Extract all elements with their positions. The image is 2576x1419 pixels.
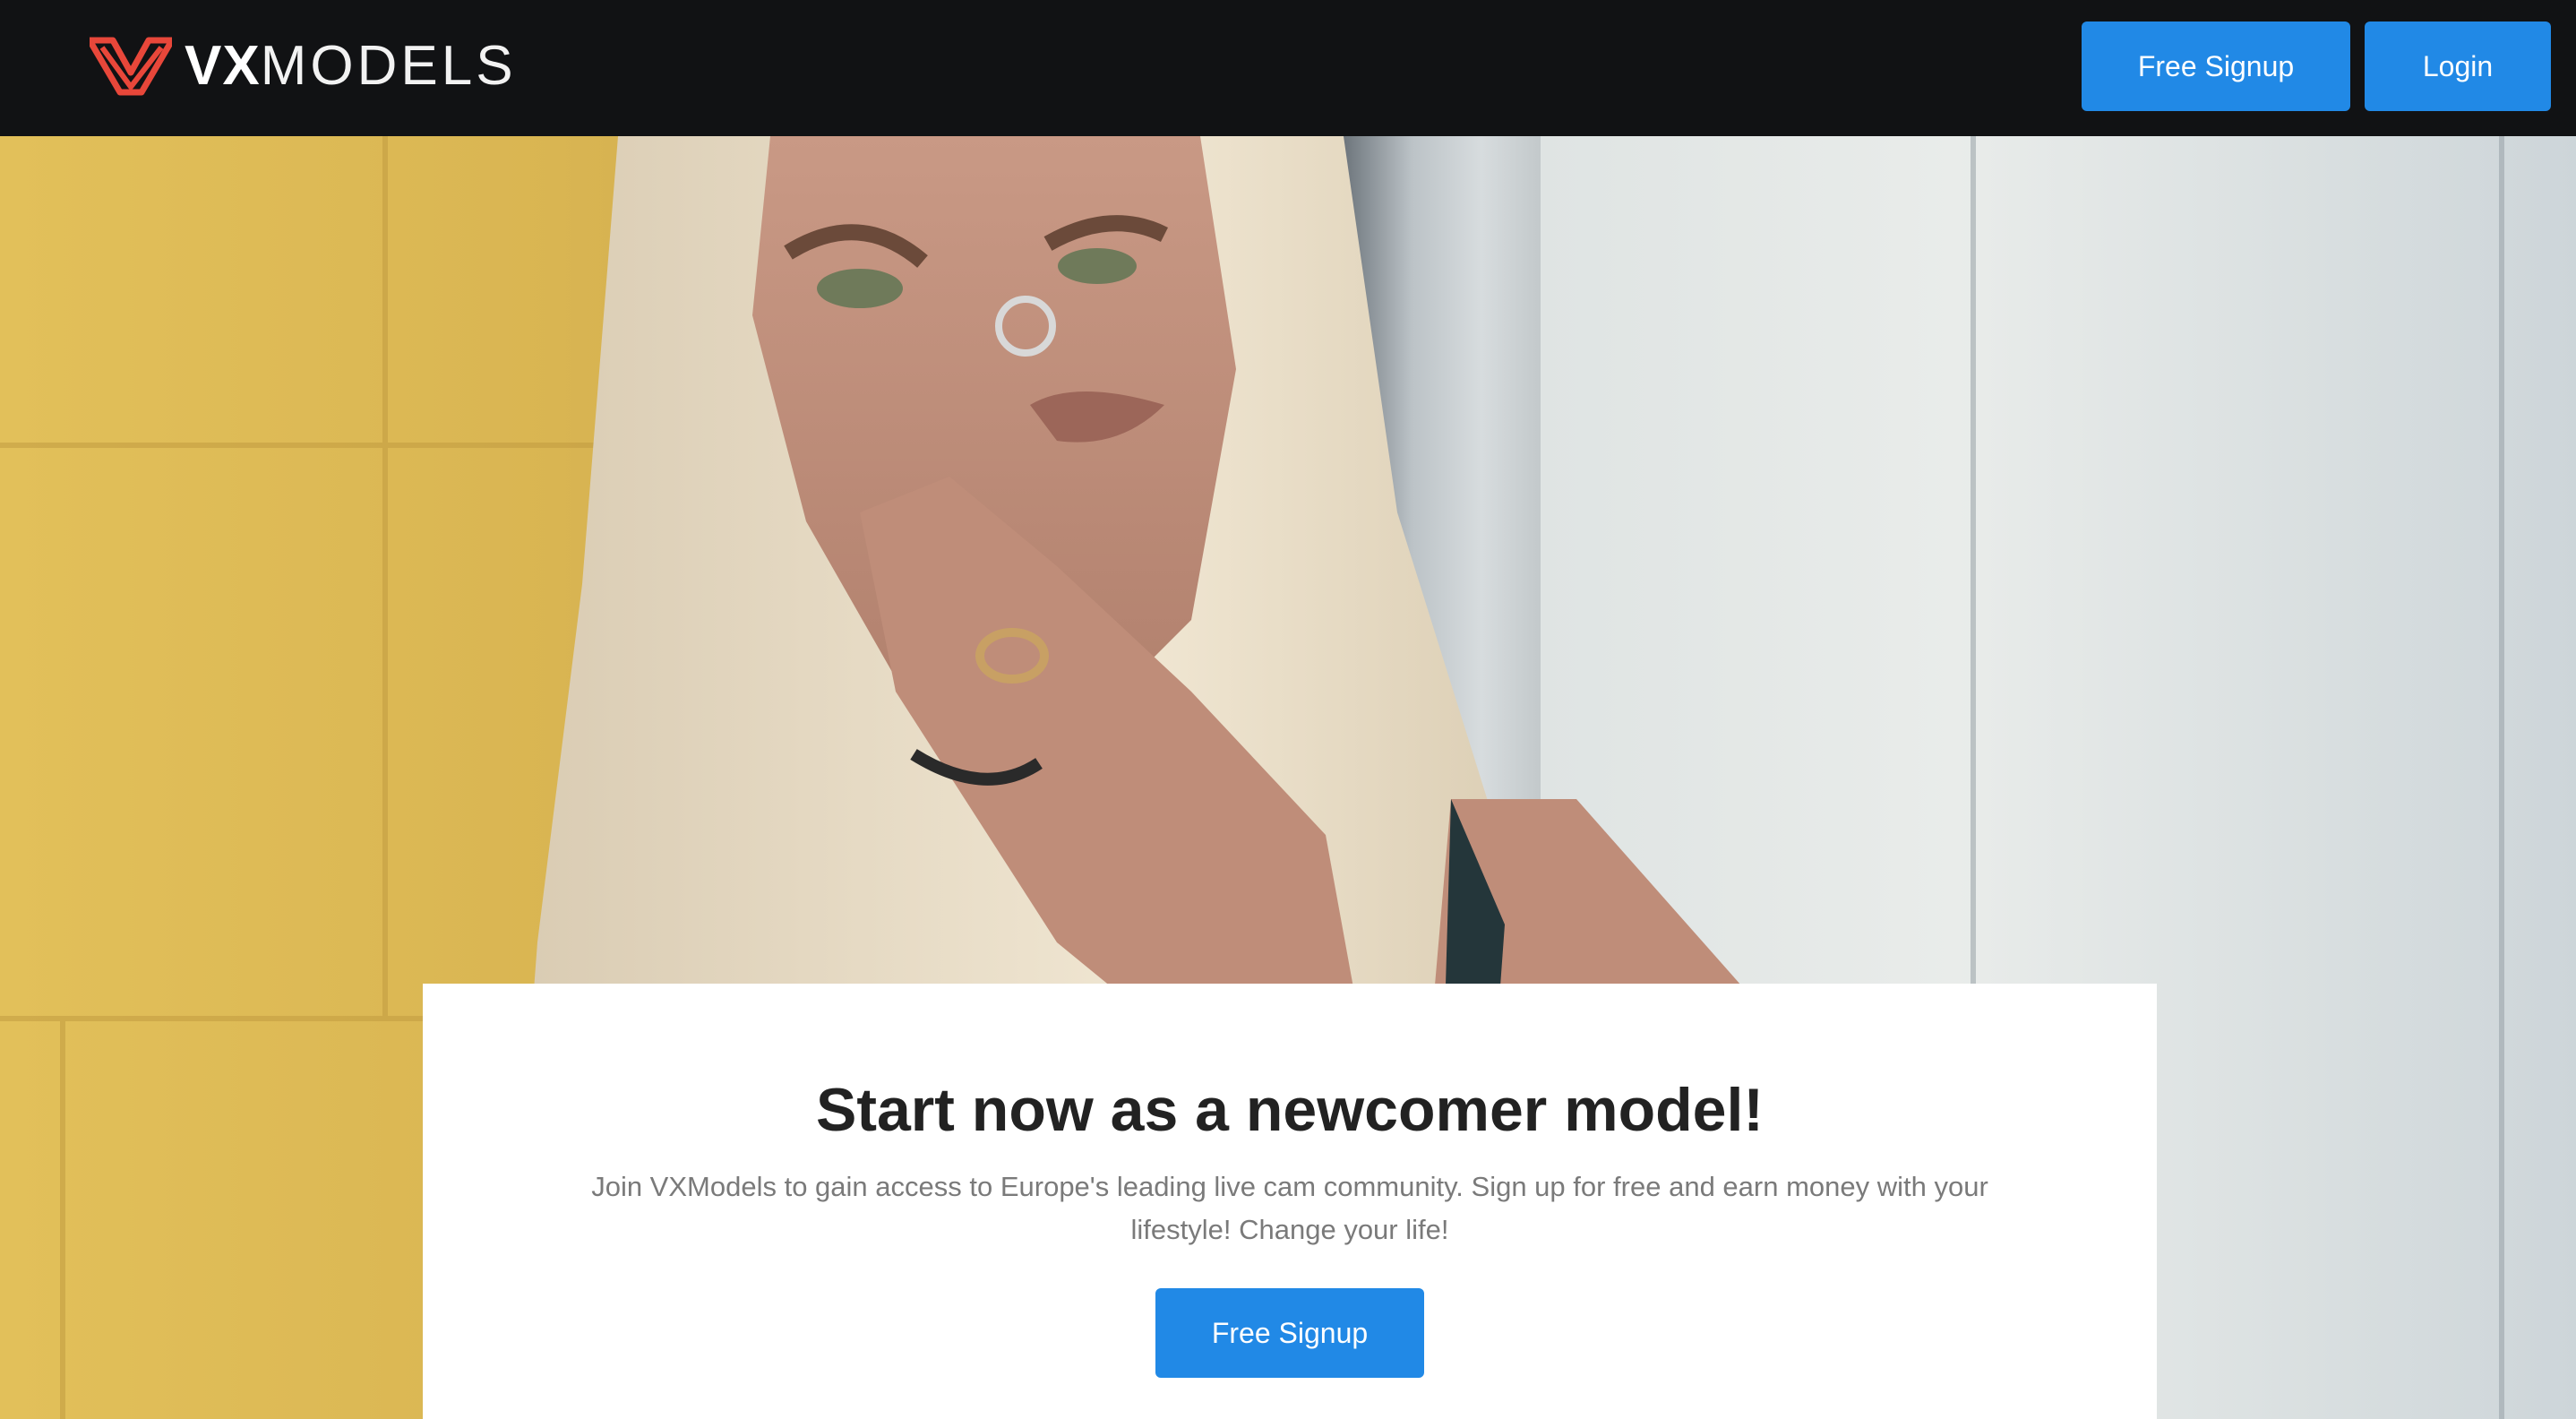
vxmodels-logo[interactable]: VXMODELS bbox=[90, 34, 517, 99]
signup-promo-card: Start now as a newcomer model! Join VXMo… bbox=[423, 984, 2157, 1419]
top-navigation-bar: VXMODELS Free Signup Login bbox=[0, 0, 2576, 136]
header-free-signup-button[interactable]: Free Signup bbox=[2082, 22, 2350, 111]
vx-logo-icon bbox=[90, 37, 172, 96]
promo-title: Start now as a newcomer model! bbox=[815, 1076, 1765, 1144]
header-login-button[interactable]: Login bbox=[2365, 22, 2551, 111]
logo-wordmark: VXMODELS bbox=[185, 39, 517, 94]
logo-models-text: MODELS bbox=[260, 35, 517, 97]
logo-vx-text: VX bbox=[185, 35, 261, 97]
promo-description: Join VXModels to gain access to Europe's… bbox=[591, 1170, 1988, 1245]
card-free-signup-button[interactable]: Free Signup bbox=[1155, 1288, 1424, 1378]
